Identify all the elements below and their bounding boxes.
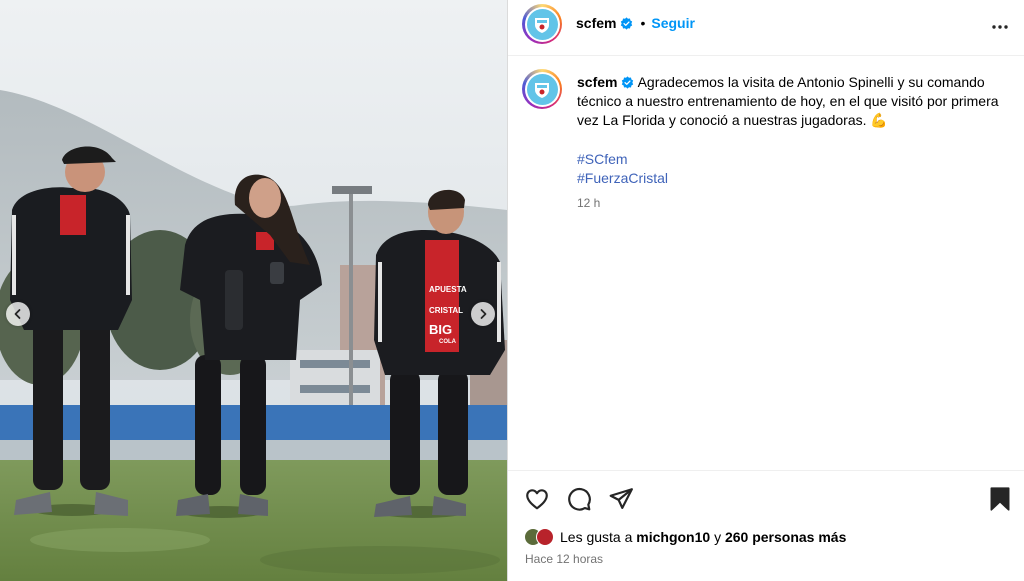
post-timestamp[interactable]: Hace 12 horas bbox=[525, 552, 603, 566]
separator-dot: • bbox=[640, 15, 646, 31]
instagram-post-modal: APUESTA CRISTAL BIG COLA scfem • Seguir … bbox=[0, 0, 1024, 581]
caption-username[interactable]: scfem bbox=[577, 74, 617, 90]
heart-icon bbox=[526, 489, 548, 510]
club-crest-icon bbox=[535, 83, 549, 98]
caption-body: Agradecemos la visita de Antonio Spinell… bbox=[577, 74, 999, 129]
comment-icon bbox=[568, 487, 591, 511]
caption-timestamp[interactable]: 12 h bbox=[577, 194, 1017, 213]
likes-others[interactable]: 260 personas más bbox=[725, 529, 846, 545]
post-header: scfem • Seguir bbox=[508, 0, 1024, 56]
share-button[interactable] bbox=[608, 486, 634, 512]
follow-button[interactable]: Seguir bbox=[651, 15, 695, 31]
hashtag-scfem[interactable]: #SCfem bbox=[577, 150, 1017, 169]
likes-summary: Les gusta a michgon10 y 260 personas más bbox=[524, 528, 846, 546]
shirt-sponsor-1: APUESTA bbox=[429, 285, 467, 294]
more-options-icon bbox=[992, 25, 1008, 29]
post-side-panel: scfem • Seguir scfem Agradecemos la visi… bbox=[507, 0, 1024, 581]
hashtag-fuerzacristal[interactable]: #FuerzaCristal bbox=[577, 169, 1017, 188]
carousel-prev-button[interactable] bbox=[6, 302, 30, 326]
training-field-photo: APUESTA CRISTAL BIG COLA bbox=[0, 0, 507, 581]
chevron-left-icon bbox=[14, 309, 21, 319]
post-actions: Les gusta a michgon10 y 260 personas más… bbox=[508, 470, 1024, 581]
share-icon bbox=[609, 488, 633, 509]
chevron-right-icon bbox=[480, 309, 487, 319]
likes-prefix: Les gusta a bbox=[560, 529, 633, 545]
carousel-next-button[interactable] bbox=[471, 302, 495, 326]
author-username[interactable]: scfem bbox=[576, 15, 616, 31]
comment-button[interactable] bbox=[566, 486, 592, 512]
post-photo[interactable]: APUESTA CRISTAL BIG COLA bbox=[0, 0, 507, 581]
shirt-sponsor-3: BIG bbox=[429, 322, 452, 337]
save-button[interactable] bbox=[987, 486, 1013, 512]
shirt-sponsor-2: CRISTAL bbox=[429, 306, 463, 315]
hashtag-list: #SCfem #FuerzaCristal bbox=[577, 150, 1017, 188]
verified-badge-icon bbox=[622, 76, 634, 89]
shirt-sponsor-4: COLA bbox=[439, 339, 457, 345]
more-options-button[interactable] bbox=[991, 18, 1009, 39]
likes-conjunction: y bbox=[714, 529, 722, 545]
like-button[interactable] bbox=[524, 486, 550, 512]
author-avatar[interactable] bbox=[522, 4, 562, 44]
liker-avatar-2[interactable] bbox=[536, 528, 554, 546]
likes-first-user[interactable]: michgon10 bbox=[636, 529, 710, 545]
verified-badge-icon bbox=[621, 16, 633, 30]
caption-author-avatar[interactable] bbox=[522, 69, 562, 109]
bookmark-icon bbox=[990, 487, 1010, 511]
club-crest-icon bbox=[535, 18, 549, 33]
